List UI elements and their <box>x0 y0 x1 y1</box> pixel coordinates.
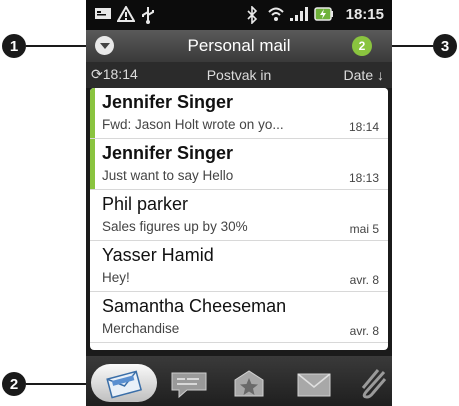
message-row[interactable]: Phil parker Sales figures up by 30% mai … <box>90 190 388 241</box>
message-time: mai 5 <box>349 222 379 236</box>
favorites-icon[interactable] <box>229 368 269 400</box>
notification-message-icon <box>94 6 112 27</box>
message-list: Jennifer Singer Fwd: Jason Holt wrote on… <box>90 88 388 350</box>
status-time: 18:15 <box>345 6 384 23</box>
unread-indicator <box>90 88 95 138</box>
message-time: 18:14 <box>348 120 379 134</box>
message-time: avr. 8 <box>349 273 379 287</box>
message-time: 18:13 <box>348 171 379 185</box>
callout-3: 3 <box>433 34 457 58</box>
message-time: avr. 8 <box>349 324 379 338</box>
message-sender: Samantha Cheeseman <box>102 296 287 316</box>
message-sender: Jennifer Singer <box>102 92 234 112</box>
message-sender: Phil parker <box>102 194 189 214</box>
inbox-icon[interactable] <box>104 368 144 400</box>
battery-icon <box>314 6 334 27</box>
message-preview: Hey! <box>102 270 130 285</box>
message-row[interactable]: Yasser Hamid Hey! avr. 8 <box>90 241 388 292</box>
message-row[interactable]: Jennifer Singer Just want to say Hello 1… <box>90 139 388 190</box>
unread-indicator <box>90 139 95 189</box>
bluetooth-icon <box>246 5 258 29</box>
message-preview: Sales figures up by 30% <box>102 219 248 234</box>
folder-bar: ⟳18:14 Postvak in Date ↓ <box>86 62 392 88</box>
account-title[interactable]: Personal mail <box>86 36 392 56</box>
status-bar: 18:15 <box>86 0 392 30</box>
conversations-icon[interactable] <box>169 368 209 400</box>
message-preview: Merchandise <box>102 321 180 336</box>
usb-icon <box>141 6 155 29</box>
signal-icon <box>289 6 311 27</box>
message-row[interactable]: Jennifer Singer Fwd: Jason Holt wrote on… <box>90 88 388 139</box>
message-sender: Yasser Hamid <box>102 245 214 265</box>
phone-screen: 18:15 Personal mail 2 ⟳18:14 Postvak in … <box>86 0 392 406</box>
unread-icon[interactable] <box>294 368 334 400</box>
callout-2-line <box>26 383 92 385</box>
callout-2: 2 <box>2 372 26 396</box>
message-row[interactable]: Samantha Cheeseman Merchandise avr. 8 <box>90 292 388 343</box>
warning-icon <box>116 4 136 27</box>
message-sender: Jennifer Singer <box>102 143 234 163</box>
callout-1: 1 <box>2 34 26 58</box>
sort-button[interactable]: Date ↓ <box>344 67 384 83</box>
message-preview: Fwd: Jason Holt wrote on yo... <box>102 117 284 132</box>
mail-header: Personal mail 2 <box>86 30 392 62</box>
attachments-icon[interactable] <box>358 368 388 400</box>
message-preview: Just want to say Hello <box>102 168 234 183</box>
unread-count-badge: 2 <box>352 36 372 56</box>
wifi-icon <box>267 6 285 27</box>
mail-tab-bar <box>86 356 392 406</box>
